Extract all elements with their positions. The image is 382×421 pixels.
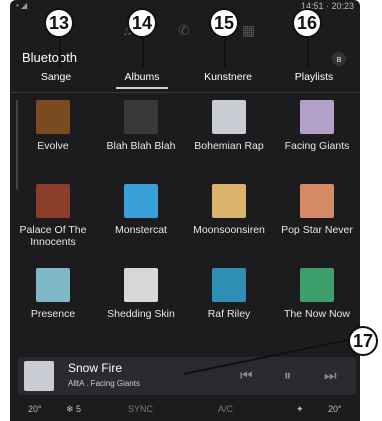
callout-17-leader	[183, 339, 349, 375]
